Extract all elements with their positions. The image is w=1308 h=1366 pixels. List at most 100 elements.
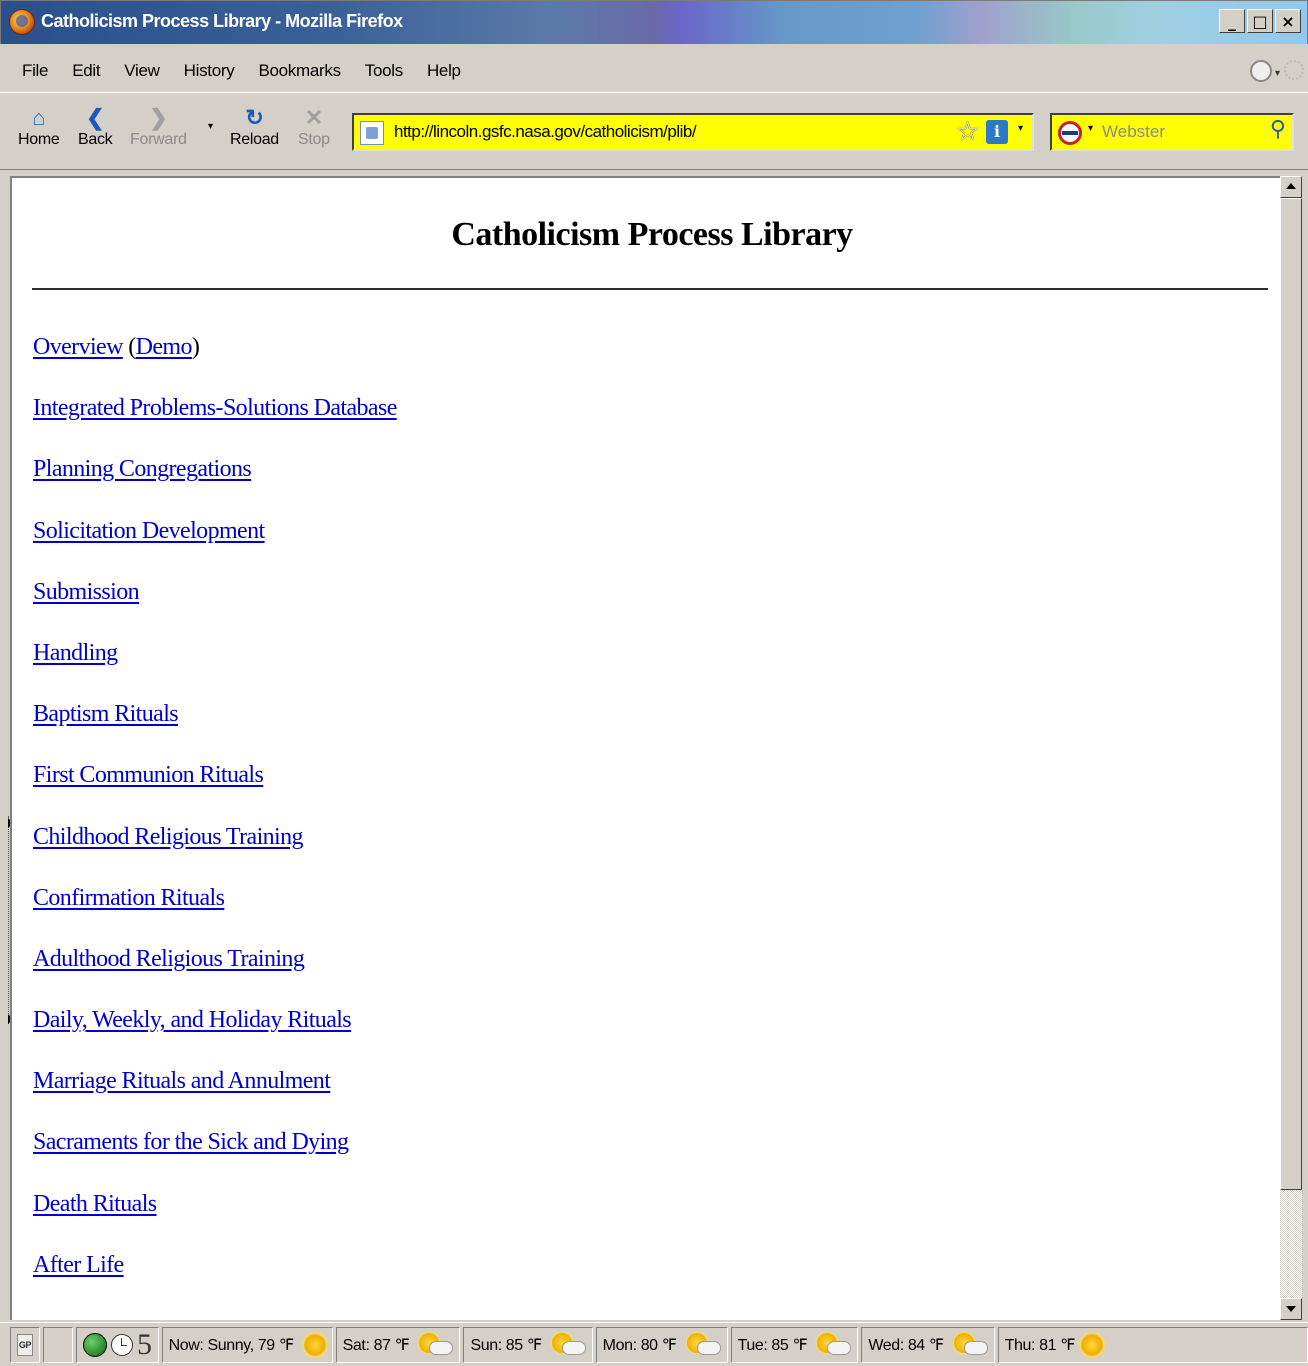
partly-cloudy-icon — [815, 1332, 852, 1357]
stop-label: Stop — [298, 131, 330, 148]
weather-day-text: Sat: 87 ℉ — [342, 1336, 410, 1354]
weather-day-text: Sun: 85 ℉ — [470, 1336, 542, 1354]
menu-history[interactable]: History — [172, 61, 247, 81]
weather-day-text: Wed: 84 ℉ — [868, 1336, 944, 1354]
list-item: Planning Congregations — [33, 456, 397, 517]
weather-day[interactable]: Sun: 85 ℉ — [463, 1326, 593, 1363]
menu-view[interactable]: View — [112, 61, 171, 81]
link-problems-solutions[interactable]: Integrated Problems-Solutions Database — [33, 395, 397, 421]
weather-day-text: Tue: 85 ℉ — [737, 1336, 808, 1354]
download-status-icon[interactable] — [1250, 60, 1272, 82]
page-content: Catholicism Process Library Overview (De… — [10, 176, 1280, 1320]
menu-tools[interactable]: Tools — [353, 61, 415, 81]
gp-panel[interactable]: GP — [10, 1326, 40, 1363]
horizontal-rule — [32, 288, 1268, 290]
clock-icon — [111, 1333, 133, 1356]
weather-day[interactable]: Thu: 81 ℉ — [997, 1326, 1308, 1363]
weather-day[interactable]: Tue: 85 ℉ — [730, 1326, 859, 1363]
partly-cloudy-icon — [685, 1332, 721, 1357]
empty-status-panel — [43, 1326, 73, 1363]
search-engine-dropdown-icon[interactable]: ▾ — [1088, 123, 1093, 134]
weather-now[interactable]: Now: Sunny, 79 ℉ — [161, 1326, 333, 1363]
weather-now-text: Now: Sunny, 79 ℉ — [168, 1336, 294, 1354]
status-green-icon — [83, 1332, 107, 1357]
link-adulthood-training[interactable]: Adulthood Religious Training — [33, 946, 305, 972]
count-badge: 5 — [137, 1327, 152, 1361]
forward-arrow-icon: ❯ — [149, 105, 168, 130]
info-icon[interactable]: i — [986, 120, 1008, 144]
maximize-button[interactable]: □ — [1247, 9, 1273, 33]
sun-icon — [1081, 1333, 1104, 1356]
link-solicitation-development[interactable]: Solicitation Development — [33, 518, 265, 544]
search-engine-icon[interactable] — [1058, 121, 1082, 145]
list-item: Handling — [33, 640, 397, 701]
home-icon: ⌂ — [32, 105, 46, 130]
back-arrow-icon: ❮ — [86, 105, 105, 130]
link-baptism-rituals[interactable]: Baptism Rituals — [33, 701, 179, 727]
status-bar: GP 5 Now: Sunny, 79 ℉ Sat: 87 ℉ Sun: 85 … — [0, 1322, 1308, 1366]
list-item: After Life — [33, 1252, 397, 1313]
list-item: Sacraments for the Sick and Dying — [33, 1129, 397, 1190]
link-confirmation-rituals[interactable]: Confirmation Rituals — [33, 885, 225, 911]
status-indicator-panel[interactable]: 5 — [76, 1326, 159, 1363]
list-item: Marriage Rituals and Annulment — [33, 1068, 397, 1129]
url-dropdown-icon[interactable]: ▾ — [1018, 123, 1023, 134]
url-input[interactable] — [394, 119, 934, 145]
chevron-down-icon[interactable]: ▾ — [1275, 68, 1280, 79]
vertical-scrollbar[interactable] — [1280, 176, 1302, 1320]
link-overview[interactable]: Overview — [33, 334, 123, 360]
sun-icon — [303, 1333, 326, 1356]
link-childhood-training[interactable]: Childhood Religious Training — [33, 824, 304, 850]
reload-button[interactable]: ↻ Reload — [230, 105, 279, 149]
link-sacraments-sick[interactable]: Sacraments for the Sick and Dying — [33, 1129, 349, 1155]
window-title: Catholicism Process Library - Mozilla Fi… — [41, 11, 403, 31]
list-item: Submission — [33, 579, 397, 640]
reload-label: Reload — [230, 131, 279, 148]
url-bar[interactable]: ☆ i ▾ — [352, 113, 1034, 151]
back-button[interactable]: ❮ Back — [78, 105, 113, 149]
sidebar-splitter[interactable] — [0, 176, 13, 1320]
forward-label: Forward — [130, 131, 187, 148]
link-daily-weekly-holiday[interactable]: Daily, Weekly, and Holiday Rituals — [33, 1007, 352, 1033]
scroll-down-button[interactable] — [1280, 1298, 1302, 1320]
scroll-thumb[interactable] — [1280, 198, 1302, 1190]
menu-file[interactable]: File — [10, 61, 60, 81]
history-dropdown-icon[interactable]: ▾ — [208, 121, 213, 132]
link-submission[interactable]: Submission — [33, 579, 140, 605]
menu-bar: File Edit View History Bookmarks Tools H… — [0, 52, 1308, 90]
link-marriage-annulment[interactable]: Marriage Rituals and Annulment — [33, 1068, 331, 1094]
navigation-toolbar: ⌂ Home ❮ Back ❯ Forward ▾ ↻ Reload ✕ Sto… — [0, 92, 1308, 170]
close-button[interactable]: × — [1275, 9, 1301, 33]
menu-bookmarks[interactable]: Bookmarks — [246, 61, 352, 81]
stop-button[interactable]: ✕ Stop — [298, 105, 330, 149]
weather-day[interactable]: Wed: 84 ℉ — [861, 1326, 995, 1363]
list-item: Solicitation Development — [33, 518, 397, 579]
window-titlebar[interactable]: Catholicism Process Library - Mozilla Fi… — [0, 0, 1308, 44]
scroll-track[interactable] — [1280, 1190, 1302, 1298]
partly-cloudy-icon — [417, 1332, 454, 1357]
site-favicon-icon[interactable] — [360, 121, 384, 145]
link-death-rituals[interactable]: Death Rituals — [33, 1191, 157, 1217]
list-item: Daily, Weekly, and Holiday Rituals — [33, 1007, 397, 1068]
link-planning-congregations[interactable]: Planning Congregations — [33, 456, 252, 482]
bookmark-star-icon[interactable]: ☆ — [956, 117, 979, 147]
window-controls: _ □ × — [1219, 9, 1301, 33]
link-first-communion[interactable]: First Communion Rituals — [33, 762, 264, 788]
stop-icon: ✕ — [304, 105, 323, 130]
weather-day[interactable]: Sat: 87 ℉ — [335, 1326, 461, 1363]
forward-button[interactable]: ❯ Forward — [130, 105, 187, 149]
link-demo[interactable]: Demo — [136, 334, 193, 360]
list-item: First Communion Rituals — [33, 762, 397, 823]
search-icon[interactable]: ⚲ — [1270, 117, 1286, 142]
link-after-life[interactable]: After Life — [33, 1252, 124, 1278]
reload-icon: ↻ — [245, 105, 264, 130]
scroll-up-button[interactable] — [1280, 176, 1302, 198]
weather-day[interactable]: Mon: 80 ℉ — [595, 1326, 728, 1363]
minimize-button[interactable]: _ — [1219, 9, 1245, 33]
search-input[interactable] — [1102, 119, 1262, 145]
home-button[interactable]: ⌂ Home — [18, 105, 60, 149]
search-bar[interactable]: ▾ ⚲ — [1050, 113, 1294, 151]
menu-edit[interactable]: Edit — [60, 61, 112, 81]
menu-help[interactable]: Help — [415, 61, 473, 81]
link-handling[interactable]: Handling — [33, 640, 118, 666]
